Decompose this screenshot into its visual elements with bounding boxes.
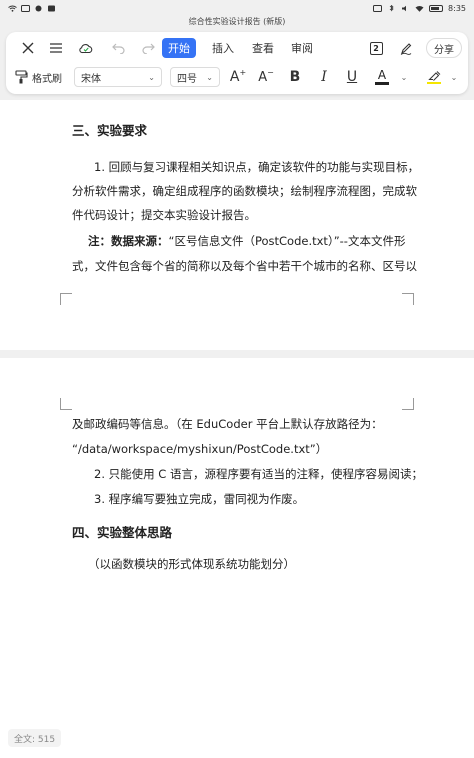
tab-start[interactable]: 开始: [162, 38, 196, 58]
font-color-icon: A: [377, 68, 387, 83]
nfc-icon: [373, 4, 383, 12]
font-size-select[interactable]: 四号 ⌄: [170, 67, 220, 87]
highlight-button[interactable]: [424, 67, 444, 87]
mute-icon: [401, 5, 410, 12]
cloud-sync-button[interactable]: [76, 38, 96, 58]
page-margin-corner: [60, 398, 72, 410]
wifi-signal-icon: [415, 5, 424, 12]
paragraph-line: 及邮政编码等信息。（在 EduCoder 平台上默认存放路径为：: [72, 417, 383, 431]
paragraph-line: 件代码设计；提交本实验设计报告。: [72, 208, 256, 222]
list-item: 2. 只能使用 C 语言，源程序要有适当的注释，使程序容易阅读；: [94, 467, 423, 481]
chevron-down-icon: ⌄: [206, 72, 213, 82]
shrink-font-button[interactable]: A −: [256, 67, 276, 87]
undo-icon: [111, 43, 125, 54]
window-title: 综合性实验设计报告 (新版): [188, 17, 286, 26]
highlight-swatch: [427, 81, 441, 85]
message-icon: [34, 5, 43, 12]
font-size-value: 四号: [177, 73, 197, 85]
redo-icon: [141, 43, 155, 54]
section-heading: 三、实验要求: [72, 123, 148, 138]
chevron-down-icon: ⌄: [400, 72, 408, 82]
cloud-sync-icon: [79, 43, 93, 53]
italic-button[interactable]: I: [314, 67, 334, 87]
paragraph-line: 式，文件包含每个省的简称以及每个省中若干个城市的名称、区号以: [72, 259, 417, 273]
underline-button[interactable]: U: [342, 67, 362, 87]
menu-icon: [50, 43, 62, 53]
chevron-down-icon: ⌄: [148, 72, 155, 82]
note-text: “区号信息文件（PostCode.txt）”--文本文件形: [168, 234, 406, 248]
close-icon: [22, 42, 34, 54]
format-painter-button[interactable]: [12, 67, 30, 87]
chevron-down-icon: ⌄: [450, 72, 458, 82]
page-margin-corner: [60, 293, 72, 305]
close-button[interactable]: [18, 38, 38, 58]
format-painter-label[interactable]: 格式刷: [32, 67, 62, 87]
font-color-button[interactable]: A: [372, 67, 392, 87]
paragraph-line: “/data/workspace/myshixun/PostCode.txt”）: [72, 442, 328, 456]
font-family-value: 宋体: [81, 73, 101, 85]
page-margin-corner: [402, 398, 414, 410]
paragraph-line: 1. 回顾与复习课程相关知识点，确定该软件的功能与实现目标，: [94, 160, 420, 174]
tab-view[interactable]: 查看: [246, 38, 280, 58]
wifi-icon: [8, 5, 17, 12]
page-margin-corner: [402, 293, 414, 305]
pen-icon: [400, 42, 412, 55]
status-bar: 8:35: [0, 0, 474, 16]
document-page-1[interactable]: 三、实验要求 1. 回顾与复习课程相关知识点，确定该软件的功能与实现目标， 分析…: [0, 100, 474, 350]
paragraph-line: 分析软件需求，确定组成程序的函数模块；绘制程序流程图，完成软: [72, 184, 417, 198]
highlighter-icon: [427, 70, 440, 81]
document-switch-button[interactable]: 2: [366, 38, 386, 58]
share-button[interactable]: 分享: [426, 38, 462, 58]
font-family-select[interactable]: 宋体 ⌄: [74, 67, 162, 87]
document-page-2[interactable]: 及邮政编码等信息。（在 EduCoder 平台上默认存放路径为： “/data/…: [0, 358, 474, 758]
grow-font-button[interactable]: A +: [228, 67, 248, 87]
tab-review[interactable]: 审阅: [285, 38, 319, 58]
redo-button[interactable]: [138, 38, 158, 58]
bluetooth-icon: [387, 4, 396, 12]
highlight-dropdown[interactable]: ⌄: [448, 67, 460, 87]
format-painter-icon: [14, 70, 28, 84]
app-icon: [47, 5, 56, 12]
pen-button[interactable]: [396, 38, 416, 58]
shrink-font-icon: A: [258, 69, 268, 85]
undo-button[interactable]: [108, 38, 128, 58]
section-heading: 四、实验整体思路: [72, 525, 173, 540]
menu-button[interactable]: [46, 38, 66, 58]
notification-icon: [21, 4, 30, 12]
note-label: 注：数据来源：: [88, 234, 169, 248]
tab-insert[interactable]: 插入: [206, 38, 240, 58]
battery-icon: [429, 4, 444, 12]
word-count-badge[interactable]: 全文: 515: [8, 729, 62, 747]
toolbar-row-format: 格式刷 宋体 ⌄ 四号 ⌄ A + A − B I U A ⌄ ⌄: [6, 64, 468, 90]
toolbar: 开始 插入 查看 审阅 2 分享 格式刷 宋体 ⌄ 四号 ⌄ A+ A− B: [6, 32, 468, 94]
bold-button[interactable]: B: [285, 67, 305, 87]
toolbar-row-main: 开始 插入 查看 审阅 2 分享: [6, 36, 468, 60]
font-color-swatch: [375, 82, 389, 85]
note-line: 注：数据来源：“区号信息文件（PostCode.txt）”--文本文件形: [88, 234, 405, 248]
document-count-badge: 2: [369, 41, 383, 55]
font-color-dropdown[interactable]: ⌄: [398, 67, 410, 87]
status-time: 8:35: [448, 3, 466, 13]
grow-font-icon: A: [229, 69, 240, 85]
list-item: 3. 程序编写要独立完成，雷同视为作废。: [94, 492, 305, 506]
section-subtitle: （以函数模块的形式体现系统功能划分）: [88, 557, 295, 571]
